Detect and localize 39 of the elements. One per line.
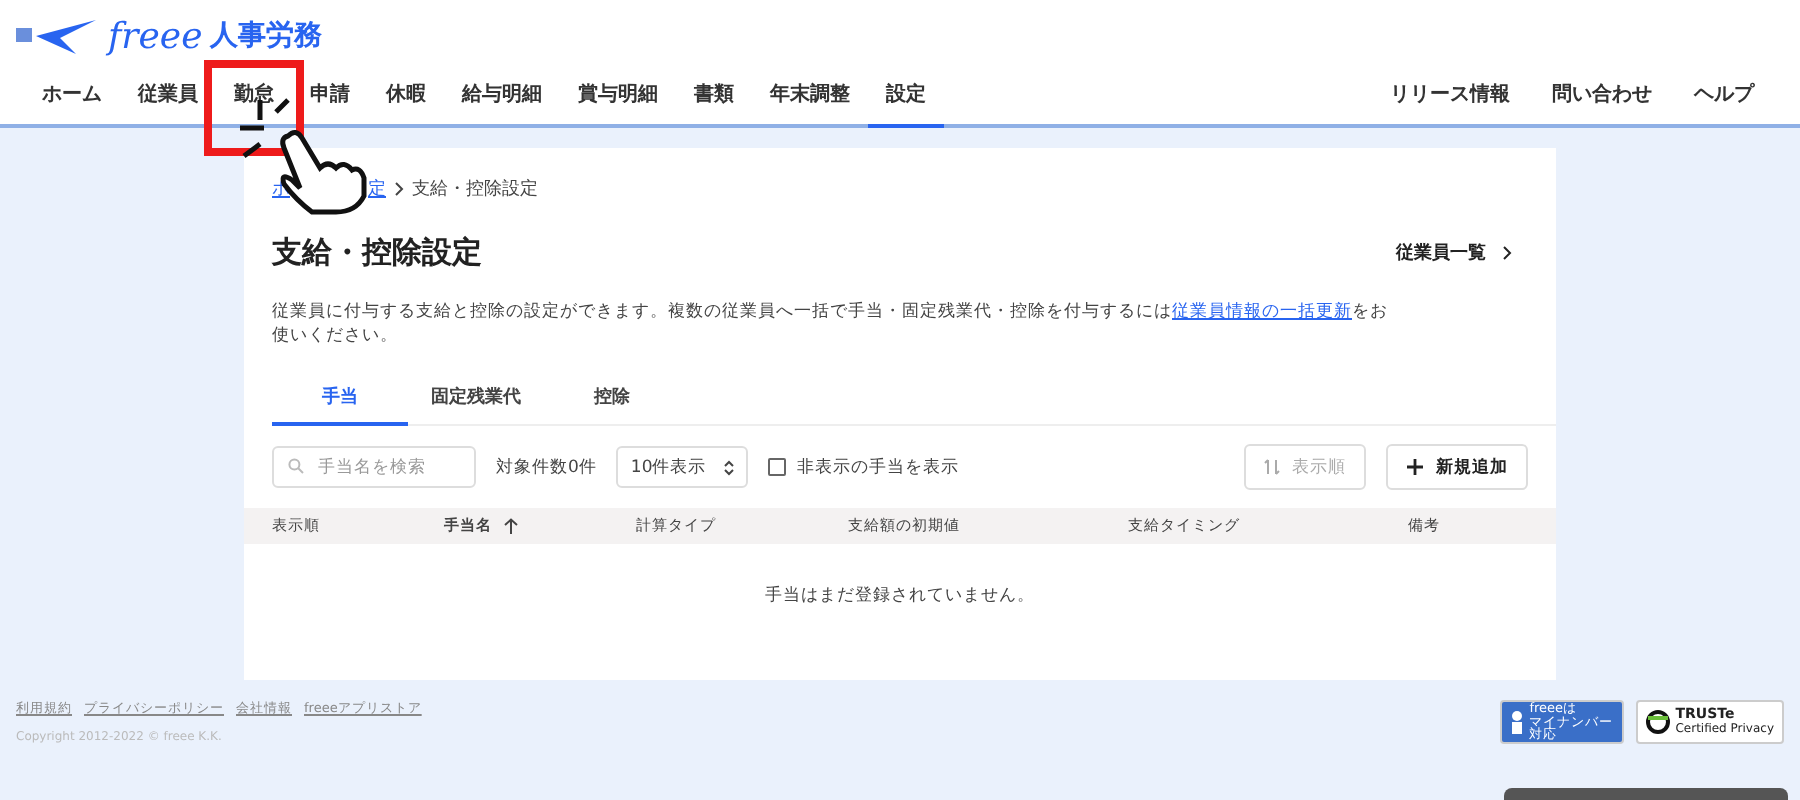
sort-up-icon: [504, 518, 518, 534]
add-button[interactable]: 新規追加: [1386, 444, 1528, 490]
nav-tab[interactable]: 設定: [868, 80, 944, 128]
result-count: 対象件数0件: [496, 455, 597, 479]
nav-tab[interactable]: 書類: [676, 80, 752, 128]
page-title: 支給・控除設定: [272, 234, 482, 272]
search-field[interactable]: 手当名を検索: [272, 446, 476, 488]
nav-tab[interactable]: 賞与明細: [560, 80, 676, 128]
bulk-update-link[interactable]: 従業員情報の一括更新: [1172, 302, 1352, 322]
nav-link[interactable]: 問い合わせ: [1528, 80, 1670, 128]
nav-link[interactable]: ヘルプ: [1670, 80, 1772, 128]
tab[interactable]: 固定残業代: [408, 384, 544, 426]
select-arrows-icon: [724, 459, 735, 475]
plus-icon: [1406, 458, 1424, 476]
search-icon: [288, 458, 304, 474]
checkbox[interactable]: [768, 458, 787, 476]
sort-arrows-icon: [1264, 458, 1280, 476]
per-page-select[interactable]: 10件表示: [616, 446, 749, 488]
nav-tab[interactable]: 休暇: [368, 80, 444, 128]
nav-tab[interactable]: 給与明細: [444, 80, 560, 128]
checkbox-label: 非表示の手当を表示: [796, 455, 959, 479]
description: 従業員に付与する支給と控除の設定ができます。複数の従業員へ一括で手当・固定残業代・控除を付与するには従業員情報の一括更新 をお使いください。: [272, 300, 1390, 348]
logo-text: freee: [108, 15, 203, 57]
nav-tab[interactable]: 従業員: [120, 80, 216, 128]
bird-logo-icon: [16, 16, 100, 56]
chevron-icon: [394, 182, 404, 196]
breadcrumb-link[interactable]: 定: [368, 176, 386, 202]
employee-list-link[interactable]: 従業員一覧: [1396, 240, 1512, 266]
tab[interactable]: 手当: [272, 384, 408, 426]
nav-tab[interactable]: 申請: [292, 80, 368, 128]
tab[interactable]: 控除: [544, 384, 680, 426]
nav-tab[interactable]: 年末調整: [752, 80, 868, 128]
nav-tab[interactable]: 勤怠: [216, 80, 292, 128]
chevron-icon: [1502, 246, 1512, 260]
product-name: 人事労務: [210, 18, 323, 54]
nav-tab[interactable]: ホーム: [24, 80, 120, 128]
empty-message: 手当はまだ登録されていません。: [765, 584, 1035, 608]
nav-link[interactable]: リリース情報: [1366, 80, 1528, 128]
breadcrumb-current: 支給・控除設定: [412, 177, 538, 202]
